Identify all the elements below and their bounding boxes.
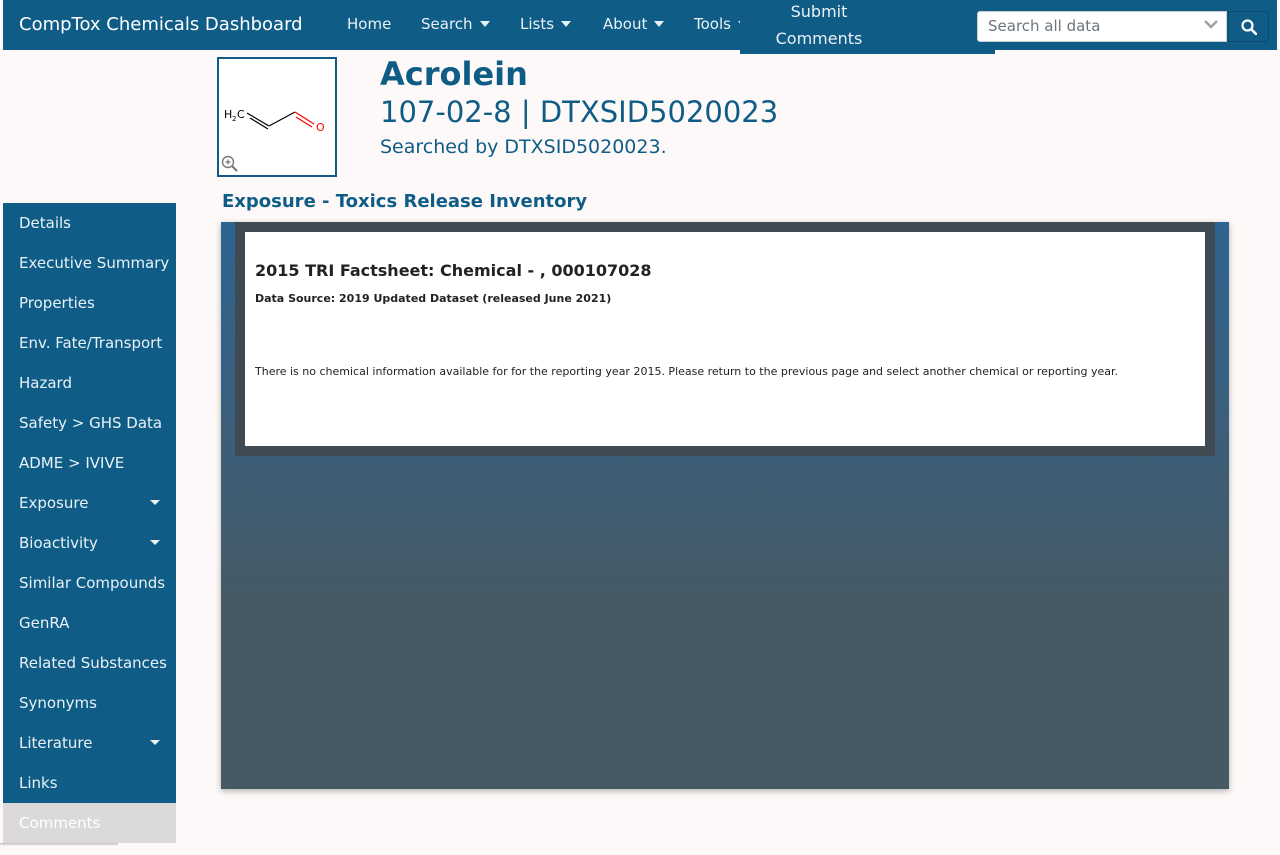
searched-by-text: Searched by DTXSID5020023.: [380, 136, 667, 158]
factsheet-title: 2015 TRI Factsheet: Chemical - , 0001070…: [255, 261, 652, 280]
submit-label-line2: Comments: [775, 29, 863, 48]
sidebar-item-bioactivity[interactable]: Bioactivity: [3, 523, 176, 563]
top-navbar: CompTox Chemicals Dashboard Home Search …: [3, 0, 1277, 54]
section-title: Exposure - Toxics Release Inventory: [222, 191, 588, 212]
caret-down-icon: [150, 500, 160, 505]
svg-text:O: O: [316, 121, 325, 134]
sidebar-item-adme-ivive[interactable]: ADME > IVIVE: [3, 443, 176, 483]
tri-content-panel: 2015 TRI Factsheet: Chemical - , 0001070…: [221, 222, 1229, 789]
sidebar-item-synonyms[interactable]: Synonyms: [3, 683, 176, 723]
sidebar-item-label: GenRA: [19, 614, 70, 632]
sidebar-item-env-fate-transport[interactable]: Env. Fate/Transport: [3, 323, 176, 363]
brand-title[interactable]: CompTox Chemicals Dashboard: [19, 14, 303, 35]
nav-home[interactable]: Home: [347, 15, 391, 33]
sidebar-item-genra[interactable]: GenRA: [3, 603, 176, 643]
zoom-in-icon[interactable]: [221, 155, 239, 173]
factsheet-data-source: Data Source: 2019 Updated Dataset (relea…: [255, 292, 612, 305]
nav-search-label: Search: [421, 15, 473, 33]
sidebar-item-label: Details: [19, 214, 72, 232]
sidebar-item-related-substances[interactable]: Related Substances: [3, 643, 176, 683]
nav-about-dropdown[interactable]: About: [603, 15, 665, 33]
caret-down-icon: [561, 21, 572, 27]
sidebar-item-safety-ghs[interactable]: Safety > GHS Data: [3, 403, 176, 443]
sidebar-item-hazard[interactable]: Hazard: [3, 363, 176, 403]
chemical-name: Acrolein: [380, 55, 528, 93]
sidebar-item-label: Properties: [19, 294, 95, 312]
nav-lists-dropdown[interactable]: Lists: [520, 15, 572, 33]
sidebar-item-exposure[interactable]: Exposure: [3, 483, 176, 523]
sidebar-item-label: Bioactivity: [19, 534, 98, 552]
sidebar-item-literature[interactable]: Literature: [3, 723, 176, 763]
sidebar-item-details[interactable]: Details: [3, 203, 176, 243]
sidebar-item-label: Links: [19, 774, 58, 792]
sidebar-item-similar-compounds[interactable]: Similar Compounds: [3, 563, 176, 603]
sidebar-item-label: Similar Compounds: [19, 574, 166, 592]
svg-text:2: 2: [232, 115, 236, 123]
svg-text:C: C: [237, 108, 245, 121]
nav-lists-label: Lists: [520, 15, 555, 33]
nav-search-dropdown[interactable]: Search: [421, 15, 490, 33]
sidebar-item-label: Synonyms: [19, 694, 97, 712]
sidebar-item-label: Executive Summary: [19, 254, 170, 272]
chemical-identifiers: 107-02-8 | DTXSID5020023: [380, 95, 779, 129]
sidebar-item-properties[interactable]: Properties: [3, 283, 176, 323]
chevron-down-icon[interactable]: [1204, 17, 1218, 31]
search-icon: [1241, 19, 1257, 35]
nav-home-label: Home: [347, 15, 392, 33]
search-button[interactable]: [1228, 11, 1269, 42]
nav-about-label: About: [603, 15, 648, 33]
sidebar-item-label: ADME > IVIVE: [19, 454, 125, 472]
sidebar-item-label: Literature: [19, 734, 93, 752]
factsheet-frame: 2015 TRI Factsheet: Chemical - , 0001070…: [235, 222, 1215, 456]
caret-down-icon: [654, 21, 665, 27]
sidebar-shadow: [0, 843, 118, 846]
caret-down-icon: [479, 21, 490, 27]
sidebar-item-label: Safety > GHS Data: [19, 414, 163, 432]
sidebar-item-label: Exposure: [19, 494, 89, 512]
submit-comments-button[interactable]: Submit Comments: [740, 0, 995, 54]
caret-down-icon: [150, 540, 160, 545]
nav-tools-label: Tools: [694, 15, 731, 33]
sidebar-item-label: Env. Fate/Transport: [19, 334, 163, 352]
search-input[interactable]: Search all data: [977, 11, 1227, 42]
sidebar-item-executive-summary[interactable]: Executive Summary: [3, 243, 176, 283]
sidebar-item-comments[interactable]: Comments: [3, 803, 176, 843]
chemical-structure-image[interactable]: H 2 C O: [217, 57, 337, 177]
submit-label-line1: Submit: [790, 2, 848, 21]
tri-factsheet: 2015 TRI Factsheet: Chemical - , 0001070…: [245, 232, 1205, 446]
factsheet-message: There is no chemical information availab…: [255, 365, 1119, 378]
sidebar-item-label: Related Substances: [19, 654, 167, 672]
caret-down-icon: [150, 740, 160, 745]
sidebar-nav: Details Executive Summary Properties Env…: [3, 203, 176, 843]
sidebar-item-label: Comments: [19, 814, 101, 832]
sidebar-item-links[interactable]: Links: [3, 763, 176, 803]
sidebar-item-label: Hazard: [19, 374, 72, 392]
